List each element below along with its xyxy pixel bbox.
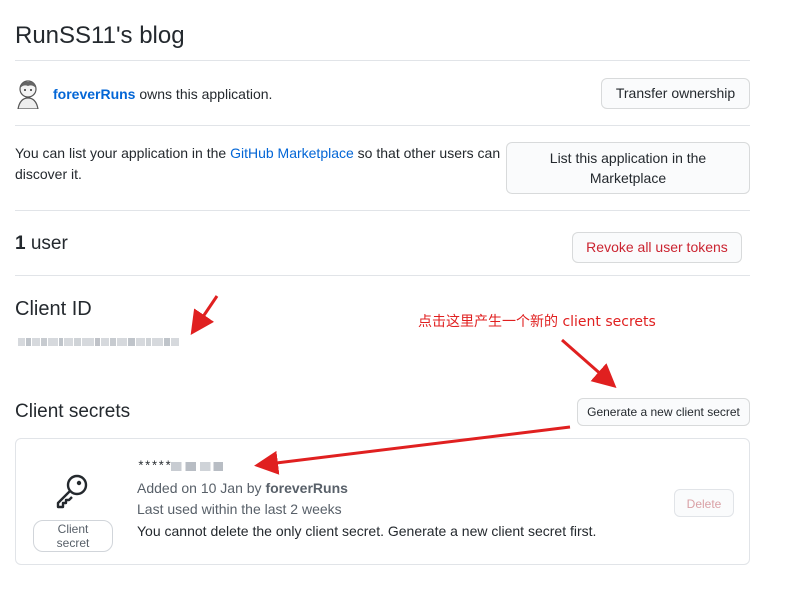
- arrow-secret: [254, 425, 571, 475]
- annotation-arrows: [190, 295, 617, 475]
- arrow-generate-button: [561, 338, 617, 388]
- arrow-client-id: [190, 295, 219, 335]
